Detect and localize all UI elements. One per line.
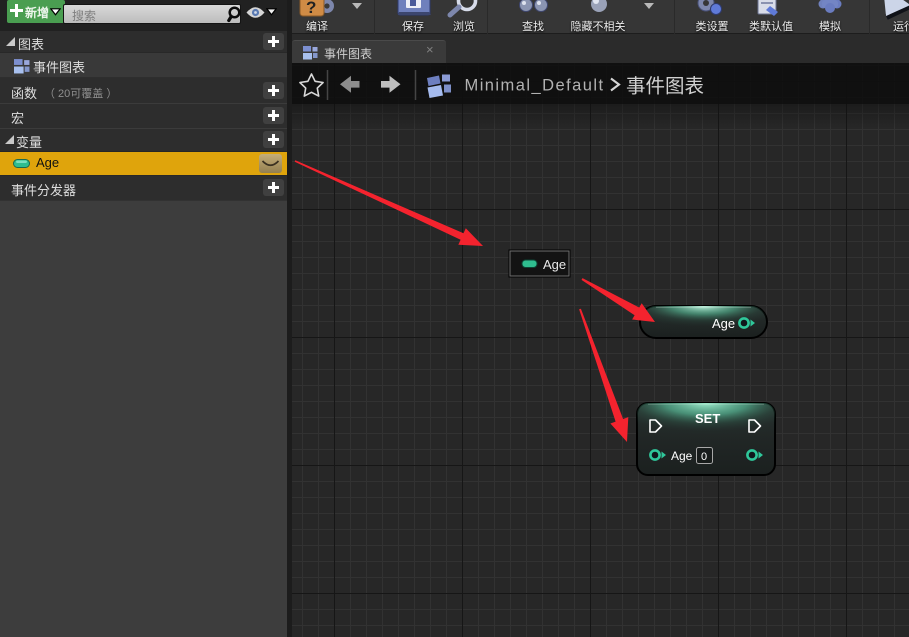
- svg-text:事件图表: 事件图表: [626, 70, 704, 99]
- svg-text:Minimal_Default: Minimal_Default: [465, 77, 605, 95]
- svg-text:Age: Age: [543, 257, 566, 272]
- svg-text:Age: Age: [712, 316, 735, 331]
- svg-text:0: 0: [701, 451, 707, 463]
- svg-text:SET: SET: [695, 411, 720, 426]
- svg-text:Age: Age: [671, 449, 693, 463]
- svg-text:?: ?: [306, 0, 316, 17]
